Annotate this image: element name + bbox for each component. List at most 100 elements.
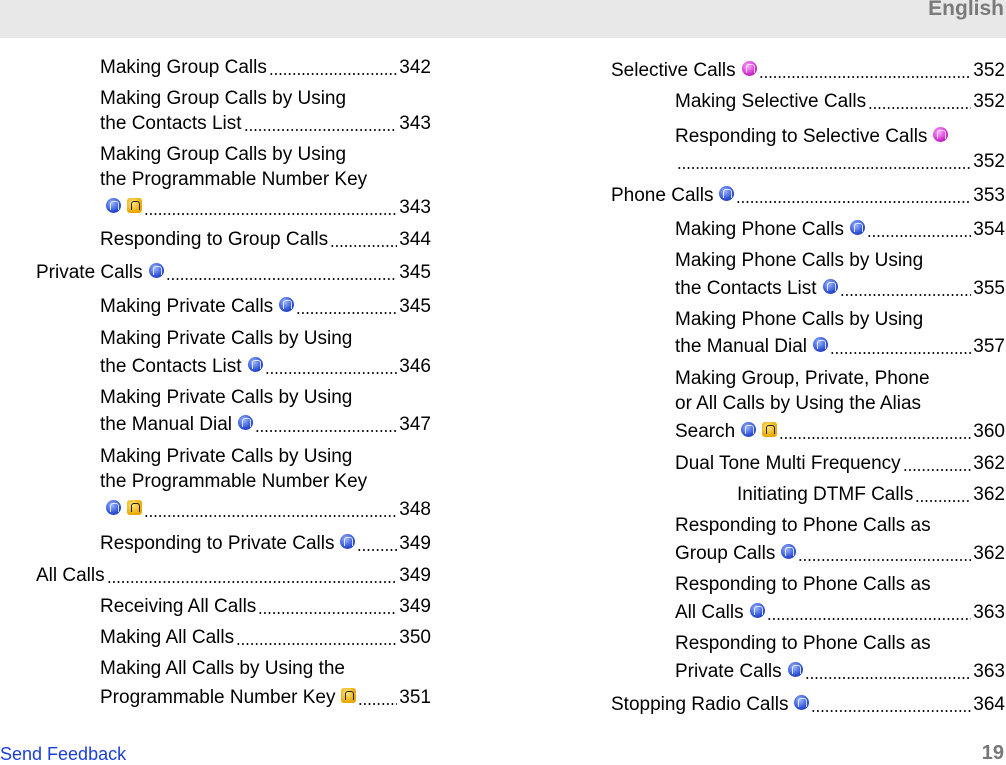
toc-entry-line: 343 xyxy=(100,196,431,220)
toc-page-number[interactable]: 350 xyxy=(399,626,431,650)
toc-page-number[interactable]: 345 xyxy=(399,295,431,319)
toc-entry-title[interactable]: the Manual Dial xyxy=(675,335,807,359)
dot-leader xyxy=(830,335,972,359)
toc-entry-title[interactable]: Search xyxy=(675,420,735,444)
toc-page-number[interactable]: 363 xyxy=(973,601,1005,625)
toc-entry-title[interactable]: or All Calls by Using the Alias xyxy=(675,392,921,416)
toc-page-number[interactable]: 349 xyxy=(399,532,431,556)
toc-entry-title[interactable]: the Contacts List xyxy=(100,112,242,136)
toc-entry-title[interactable]: Making Private Calls by Using xyxy=(100,445,352,469)
toc-entry-title[interactable]: Making Phone Calls by Using xyxy=(675,308,923,332)
toc-page-number[interactable]: 352 xyxy=(973,59,1005,83)
toc-entry-line: Making Private Calls by Using xyxy=(100,445,352,469)
toc-entry-line: Making All Calls by Using the xyxy=(100,657,345,681)
toc-page-number[interactable]: 343 xyxy=(399,196,431,220)
toc-entry-title[interactable]: All Calls xyxy=(36,564,105,588)
dot-leader xyxy=(839,277,972,301)
toc-entry-title[interactable]: Phone Calls xyxy=(611,184,713,208)
toc-page-number[interactable]: 364 xyxy=(973,693,1005,717)
toc-entry-title[interactable]: Responding to Phone Calls as xyxy=(675,573,931,597)
toc-entry-title[interactable]: the Manual Dial xyxy=(100,413,232,437)
toc-page-number[interactable]: 360 xyxy=(973,420,1005,444)
toc-entry-title[interactable]: Making Group Calls xyxy=(100,56,267,80)
toc-entry-title[interactable]: Stopping Radio Calls xyxy=(611,693,788,717)
dot-leader xyxy=(798,542,972,566)
toc-page-number[interactable]: 362 xyxy=(973,542,1005,566)
toc-entry-title[interactable]: Responding to Phone Calls as xyxy=(675,632,931,656)
toc-entry-title[interactable]: Making Group Calls by Using xyxy=(100,87,346,111)
radio-feature-icon xyxy=(741,421,757,437)
toc-entry-title[interactable]: Making All Calls xyxy=(100,626,234,650)
toc-entry-line: Initiating DTMF Calls 362 xyxy=(737,483,1005,507)
toc-page-number[interactable]: 349 xyxy=(399,595,431,619)
toc-page-number[interactable]: 363 xyxy=(973,660,1005,684)
toc-entry-line: Making Group Calls by Using xyxy=(100,143,346,167)
dot-leader xyxy=(296,295,398,319)
toc-page-number[interactable]: 362 xyxy=(973,483,1005,507)
toc-entry-title[interactable]: Making Private Calls by Using xyxy=(100,386,352,410)
language-label: English xyxy=(928,0,1004,20)
toc-entry-title[interactable]: Receiving All Calls xyxy=(100,595,256,619)
toc-entry-line: Responding to Group Calls 344 xyxy=(100,228,431,252)
programmable-key-icon xyxy=(762,421,778,437)
toc-entry-title[interactable]: Selective Calls xyxy=(611,59,736,83)
dot-leader xyxy=(144,196,398,220)
toc-page-number[interactable]: 362 xyxy=(973,452,1005,476)
toc-entry-title[interactable]: Private Calls xyxy=(36,261,143,285)
toc-entry-title[interactable]: Responding to Private Calls xyxy=(100,532,334,556)
toc-entry-line: the Contacts List 343 xyxy=(100,112,431,136)
toc-entry-title[interactable]: Responding to Selective Calls xyxy=(675,125,927,149)
toc-page-number[interactable]: 354 xyxy=(973,218,1005,242)
toc-entry-title[interactable]: the Contacts List xyxy=(675,277,817,301)
toc-page-number[interactable]: 346 xyxy=(399,355,431,379)
toc-page-number[interactable]: 357 xyxy=(973,335,1005,359)
toc-entry-title[interactable]: Group Calls xyxy=(675,542,775,566)
toc-page-number[interactable]: 349 xyxy=(399,564,431,588)
toc-entry-title[interactable]: Responding to Phone Calls as xyxy=(675,514,931,538)
toc-entry-title[interactable]: Programmable Number Key xyxy=(100,686,335,710)
toc-page-number[interactable]: 344 xyxy=(399,228,431,252)
toc-entry-title[interactable]: Making Phone Calls xyxy=(675,218,844,242)
dot-leader xyxy=(736,184,972,208)
dot-leader xyxy=(255,413,398,437)
toc-page-number[interactable]: 343 xyxy=(399,112,431,136)
radio-feature-icon xyxy=(749,602,765,618)
toc-entry-title[interactable]: Making Phone Calls by Using xyxy=(675,249,923,273)
selective-call-icon xyxy=(933,126,949,142)
toc-entry-title[interactable]: Making Private Calls by Using xyxy=(100,327,352,351)
toc-entry-line: Phone Calls 353 xyxy=(611,184,1005,208)
toc-entry-title[interactable]: Initiating DTMF Calls xyxy=(737,483,913,507)
toc-entry-line: Responding to Phone Calls as xyxy=(675,573,931,597)
toc-entry-line: Responding to Phone Calls as xyxy=(675,514,931,538)
toc-entry-title[interactable]: the Contacts List xyxy=(100,355,242,379)
toc-entry-line: the Programmable Number Key xyxy=(100,168,367,192)
toc-entry-line: Making Private Calls 345 xyxy=(100,295,431,319)
toc-entry-title[interactable]: Making Private Calls xyxy=(100,295,273,319)
toc-entry-title[interactable]: Making All Calls by Using the xyxy=(100,657,345,681)
toc-page-number[interactable]: 347 xyxy=(399,413,431,437)
toc-entry-line: the Programmable Number Key xyxy=(100,470,367,494)
toc-entry-title[interactable]: Private Calls xyxy=(675,660,782,684)
toc-page-number[interactable]: 352 xyxy=(973,150,1005,174)
toc-entry-line: the Manual Dial 357 xyxy=(675,335,1005,359)
radio-feature-icon xyxy=(849,219,865,235)
toc-entry-title[interactable]: Making Selective Calls xyxy=(675,90,866,114)
toc-page-number[interactable]: 351 xyxy=(399,686,431,710)
radio-feature-icon xyxy=(247,356,263,372)
toc-entry-title[interactable]: All Calls xyxy=(675,601,744,625)
toc-page-number[interactable]: 342 xyxy=(399,56,431,80)
toc-page-number[interactable]: 353 xyxy=(973,184,1005,208)
dot-leader xyxy=(915,483,972,507)
toc-entry-title[interactable]: Making Group, Private, Phone xyxy=(675,367,930,391)
toc-entry-title[interactable]: the Programmable Number Key xyxy=(100,470,367,494)
toc-page-number[interactable]: 348 xyxy=(399,498,431,522)
toc-page-number[interactable]: 345 xyxy=(399,261,431,285)
toc-entry-title[interactable]: the Programmable Number Key xyxy=(100,168,367,192)
toc-entry-title[interactable]: Making Group Calls by Using xyxy=(100,143,346,167)
toc-entry-line: All Calls 363 xyxy=(675,601,1005,625)
toc-page-number[interactable]: 352 xyxy=(973,90,1005,114)
toc-page-number[interactable]: 355 xyxy=(973,277,1005,301)
toc-entry-title[interactable]: Dual Tone Multi Frequency xyxy=(675,452,901,476)
toc-entry-title[interactable]: Responding to Group Calls xyxy=(100,228,328,252)
radio-feature-icon xyxy=(279,296,295,312)
